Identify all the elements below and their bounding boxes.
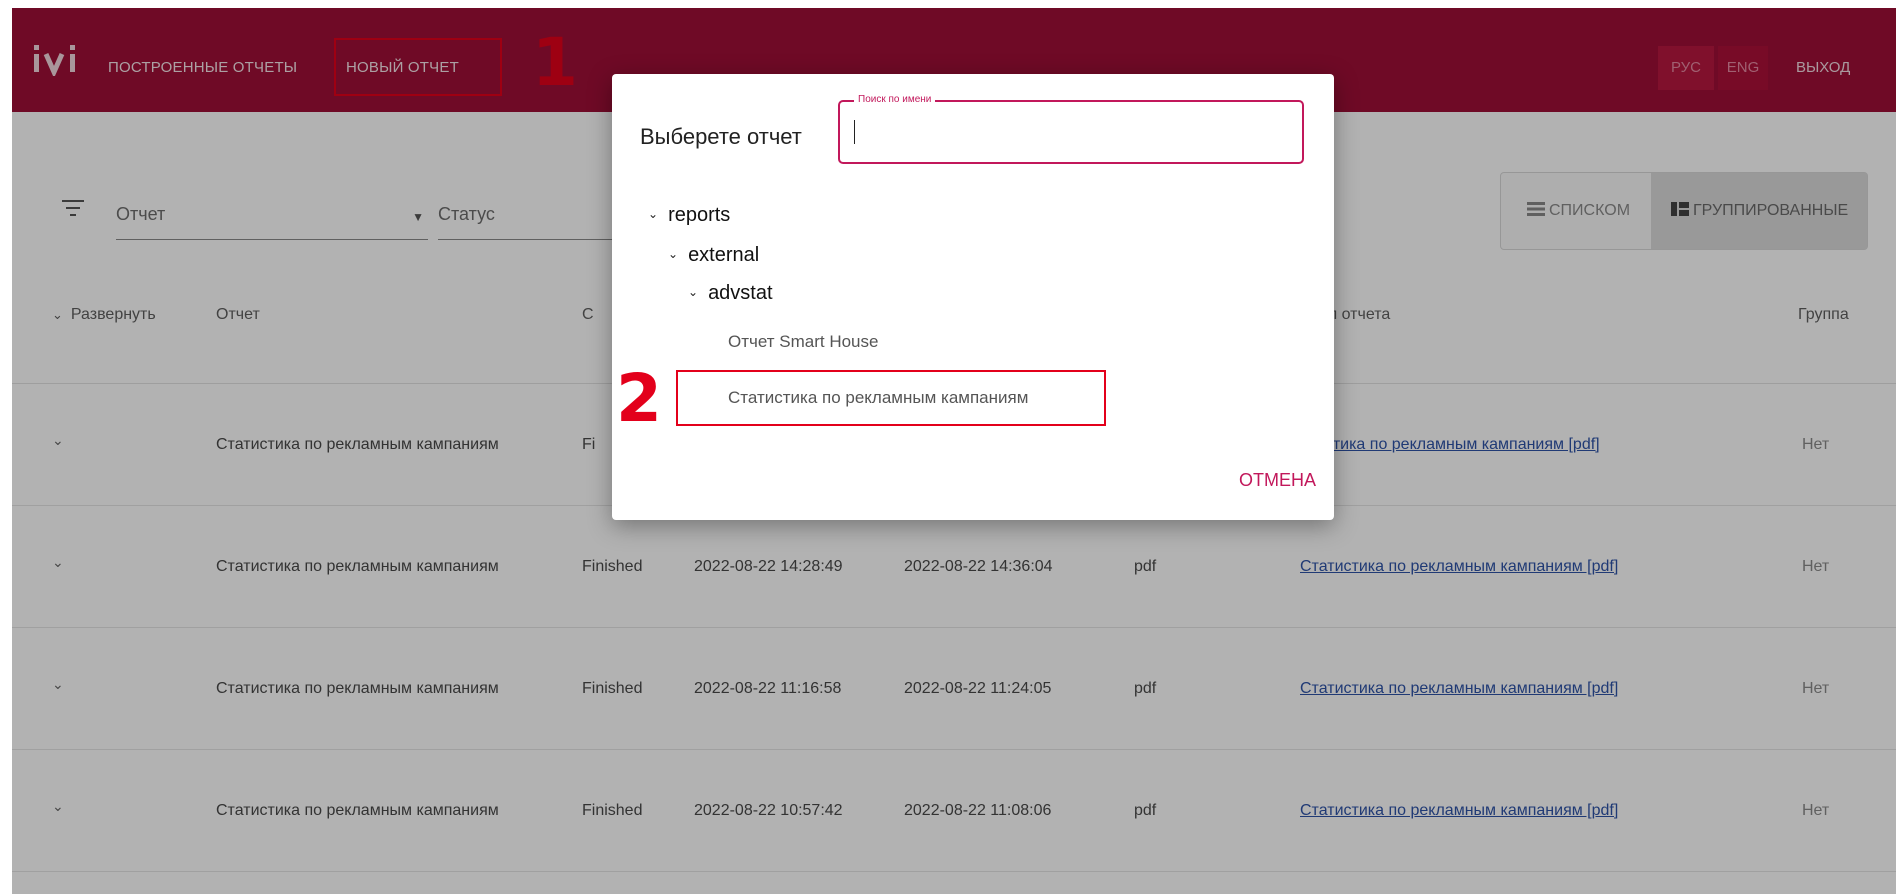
dialog-title: Выберете отчет xyxy=(640,124,802,149)
search-input[interactable] xyxy=(852,114,1292,150)
tree-leaf-smart-house[interactable]: Отчет Smart House xyxy=(728,332,878,352)
chevron-down-icon: ⌄ xyxy=(648,207,659,221)
tree-node-reports[interactable]: ⌄ reports xyxy=(648,204,730,227)
search-field: Поиск по имени xyxy=(838,94,1304,164)
tree-node-label: reports xyxy=(668,204,731,226)
cancel-button[interactable]: ОТМЕНА xyxy=(1239,470,1316,491)
step-2-marker: 2 xyxy=(616,360,662,437)
tree-node-external[interactable]: ⌄ external xyxy=(668,244,759,267)
text-caret xyxy=(854,120,855,144)
select-report-dialog: Выберете отчет Поиск по имени ⌄ reports ⌄… xyxy=(612,74,1334,520)
highlight-box-step-2 xyxy=(676,370,1106,426)
tree-node-label: external xyxy=(688,244,760,266)
chevron-down-icon: ⌄ xyxy=(688,285,699,299)
search-field-label: Поиск по имени xyxy=(854,94,936,105)
tree-node-label: advstat xyxy=(708,282,773,304)
tree-node-advstat[interactable]: ⌄ advstat xyxy=(688,282,773,305)
app-window: ПОСТРОЕННЫЕ ОТЧЕТЫ НОВЫЙ ОТЧЕТ 1 РУС ENG… xyxy=(12,8,1896,894)
chevron-down-icon: ⌄ xyxy=(668,247,679,261)
